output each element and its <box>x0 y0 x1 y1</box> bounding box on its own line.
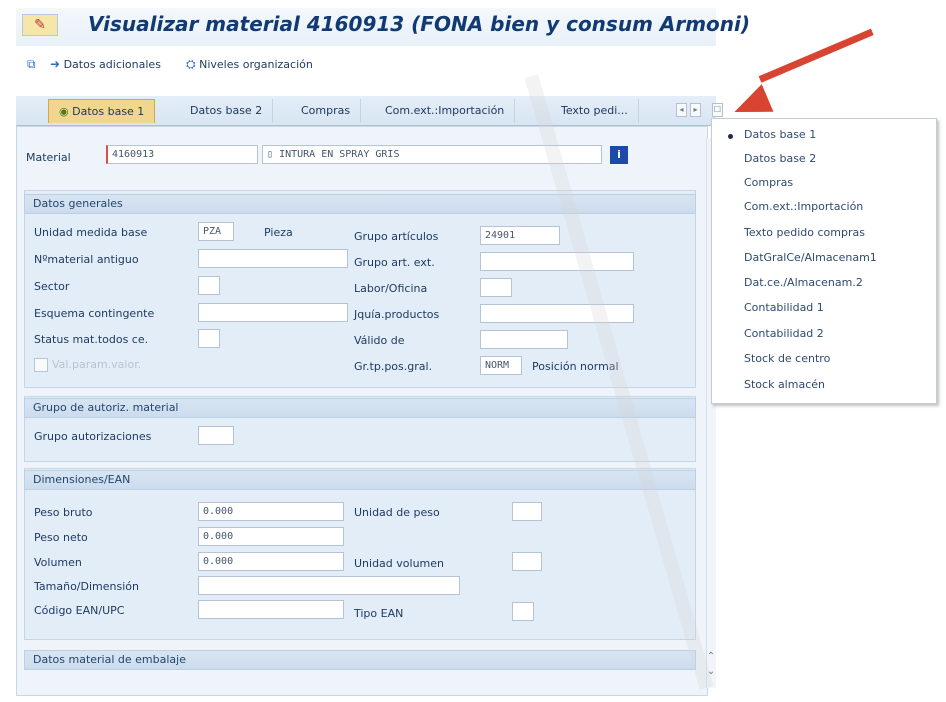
net-weight-field[interactable]: 0.000 <box>198 527 344 546</box>
authorization-heading: Grupo de autoriz. material <box>24 398 696 418</box>
ean-type-field[interactable] <box>512 602 534 621</box>
tab-list-item[interactable]: Datos base 1 <box>744 128 816 141</box>
volume-unit-label: Unidad volumen <box>354 557 445 570</box>
tab-list-item[interactable]: Dat.ce./Almacenam.2 <box>744 276 863 289</box>
sector-label: Sector <box>34 280 70 293</box>
ext-article-group-label: Grupo art. ext. <box>354 256 435 269</box>
hierarchy-icon: ⛭ <box>186 57 196 71</box>
article-group-field[interactable]: 24901 <box>480 226 560 245</box>
product-hierarchy-field[interactable] <box>480 304 634 323</box>
selected-bullet-icon <box>728 134 733 139</box>
tab-texto-pedido[interactable]: Texto pedi... <box>551 99 639 123</box>
net-weight-label: Peso neto <box>34 531 88 544</box>
valuation-checkbox[interactable] <box>34 358 48 372</box>
unit-base-text: Pieza <box>264 226 293 239</box>
tab-list-item[interactable]: Contabilidad 2 <box>744 327 824 340</box>
size-dimension-field[interactable] <box>198 576 460 595</box>
gross-weight-field[interactable]: 0.000 <box>198 502 344 521</box>
item-category-label: Gr.tp.pos.gral. <box>354 360 433 373</box>
tab-label: Com.ext.:Importación <box>385 104 505 117</box>
status-field[interactable] <box>198 329 220 348</box>
tab-list-item[interactable]: Datos base 2 <box>744 152 816 165</box>
packaging-heading: Datos material de embalaje <box>24 650 696 670</box>
annotation-arrow-shaft <box>758 28 874 83</box>
tab-list-item[interactable]: Com.ext.:Importación <box>744 200 863 213</box>
tab-datos-base-2[interactable]: Datos base 2 <box>180 99 274 123</box>
volume-field[interactable]: 0.000 <box>198 552 344 571</box>
sector-field[interactable] <box>198 276 220 295</box>
dimensions-heading: Dimensiones/EAN <box>24 470 696 490</box>
tab-com-ext[interactable]: Com.ext.:Importación <box>375 99 516 123</box>
ean-type-label: Tipo EAN <box>354 607 404 620</box>
authorization-group-label: Grupo autorizaciones <box>34 430 152 443</box>
tab-scroll-left-icon[interactable]: ◂ <box>676 103 687 117</box>
lab-office-label: Labor/Oficina <box>354 282 428 295</box>
other-material-icon[interactable]: ⧉ <box>27 57 36 72</box>
ext-article-group-field[interactable] <box>480 252 634 271</box>
text-edit-icon: ▯ <box>267 149 274 160</box>
scroll-up-icon[interactable]: ⌃ <box>706 651 716 665</box>
display-material-icon: ✎ <box>22 14 58 36</box>
tab-label: Datos base 1 <box>72 105 145 118</box>
weight-unit-field[interactable] <box>512 502 542 521</box>
material-label: Material <box>26 151 71 164</box>
gross-weight-label: Peso bruto <box>34 506 93 519</box>
ean-code-field[interactable] <box>198 600 344 619</box>
arrow-right-icon: ➜ <box>50 57 61 71</box>
material-number-field[interactable]: 4160913 <box>106 145 258 164</box>
product-hierarchy-label: Jquía.productos <box>354 308 440 321</box>
contingent-scheme-field[interactable] <box>198 303 348 322</box>
status-label: Status mat.todos ce. <box>34 333 149 346</box>
tab-datos-base-1[interactable]: ◉ Datos base 1 <box>48 99 156 123</box>
tab-label: Compras <box>301 104 351 117</box>
tab-compras[interactable]: Compras <box>291 99 362 123</box>
tab-list-item[interactable]: Stock almacén <box>744 378 825 391</box>
ean-code-label: Código EAN/UPC <box>34 604 125 617</box>
lab-office-field[interactable] <box>480 278 512 297</box>
valid-from-label: Válido de <box>354 334 405 347</box>
org-levels-button[interactable]: ⛭ Niveles organización <box>186 57 313 72</box>
valid-from-field[interactable] <box>480 330 568 349</box>
info-icon[interactable]: i <box>610 146 628 164</box>
tab-scroll-right-icon[interactable]: ▸ <box>690 103 701 117</box>
tab-list-menu-icon[interactable]: ☐ <box>712 103 723 117</box>
window-title: Visualizar material 4160913 (FONA bien y… <box>88 12 751 36</box>
tab-list-item[interactable]: Texto pedido compras <box>744 226 865 239</box>
old-material-label: Nºmaterial antiguo <box>34 253 139 266</box>
valuation-checkbox-label: Val.param.valor. <box>52 358 142 371</box>
contingent-scheme-label: Esquema contingente <box>34 307 155 320</box>
article-group-label: Grupo artículos <box>354 230 439 243</box>
tab-label: Datos base 2 <box>190 104 263 117</box>
tab-list-item[interactable]: Contabilidad 1 <box>744 301 824 314</box>
unit-base-label: Unidad medida base <box>34 226 148 239</box>
general-data-heading: Datos generales <box>24 194 696 214</box>
unit-base-field[interactable]: PZA <box>198 222 234 241</box>
volume-label: Volumen <box>34 556 82 569</box>
tab-list-item[interactable]: DatGralCe/Almacenam1 <box>744 251 877 264</box>
org-levels-label: Niveles organización <box>199 58 313 71</box>
volume-unit-field[interactable] <box>512 552 542 571</box>
tab-label: Texto pedi... <box>561 104 628 117</box>
tab-play-icon: ◉ <box>59 105 69 118</box>
authorization-group-field[interactable] <box>198 426 234 445</box>
tab-list-item[interactable]: Stock de centro <box>744 352 830 365</box>
item-category-field[interactable]: NORM <box>480 356 522 375</box>
tab-list-item[interactable]: Compras <box>744 176 793 189</box>
additional-data-label: Datos adicionales <box>63 58 161 71</box>
material-description-text: INTURA EN SPRAY GRIS <box>279 149 400 160</box>
old-material-field[interactable] <box>198 249 348 268</box>
size-dimension-label: Tamaño/Dimensión <box>34 580 139 593</box>
additional-data-button[interactable]: ➜ Datos adicionales <box>50 57 161 71</box>
weight-unit-label: Unidad de peso <box>354 506 440 519</box>
